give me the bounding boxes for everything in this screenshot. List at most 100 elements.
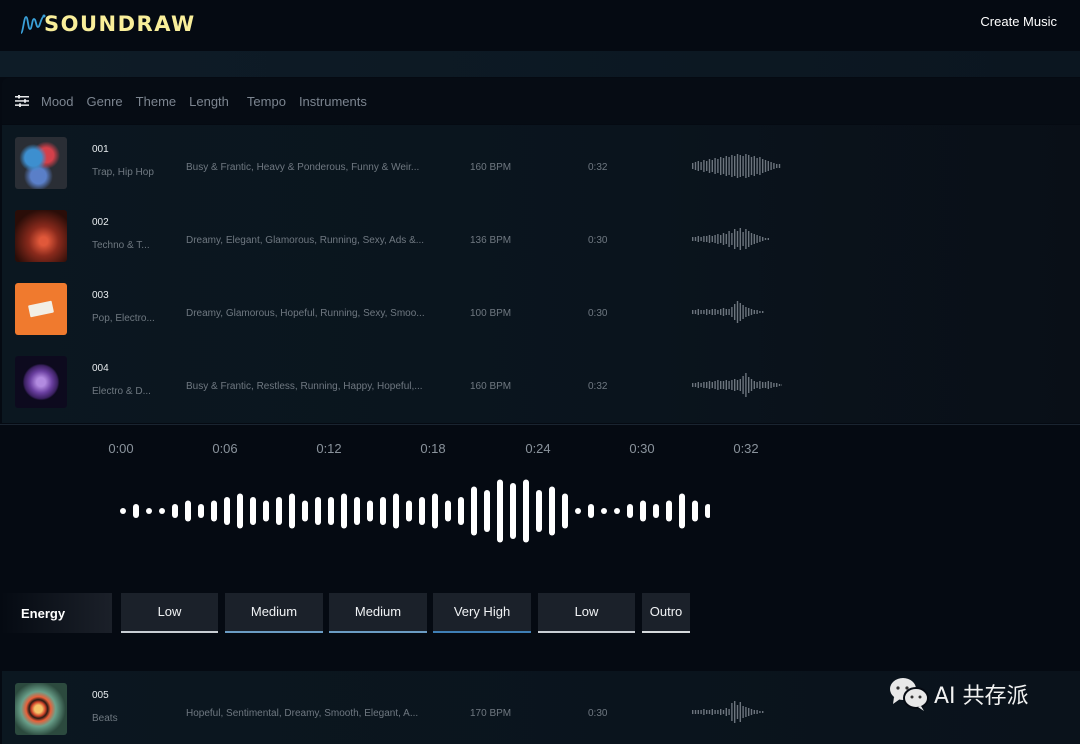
track-row[interactable]: 004 Electro & D... Busy & Frantic, Restl…	[2, 344, 1080, 417]
filter-instruments[interactable]: Instruments	[299, 94, 367, 109]
track-row[interactable]: 001 Trap, Hip Hop Busy & Frantic, Heavy …	[2, 125, 1080, 198]
mini-wave-bar	[703, 709, 705, 715]
mini-wave-bar	[694, 383, 697, 387]
waveform-bar	[172, 504, 178, 518]
mini-waveform[interactable]	[692, 699, 782, 725]
mini-waveform[interactable]	[692, 153, 782, 179]
mini-wave-bar	[722, 158, 725, 174]
energy-segment-low[interactable]: Low	[538, 593, 635, 633]
mini-wave-bar	[725, 309, 727, 315]
track-duration: 0:32	[588, 381, 608, 392]
soundraw-logo[interactable]: SOUNDRAW	[18, 10, 196, 38]
time-tick: 0:30	[629, 441, 655, 456]
filter-mood[interactable]: Mood	[41, 94, 74, 109]
mini-waveform[interactable]	[692, 372, 782, 398]
mini-wave-bar	[697, 710, 699, 714]
mini-wave-bar	[697, 161, 699, 171]
track-moods: Hopeful, Sentimental, Dreamy, Smooth, El…	[186, 708, 419, 719]
mini-wave-bar	[756, 158, 758, 174]
track-bpm: 136 BPM	[470, 235, 512, 246]
create-music-link[interactable]: Create Music	[980, 14, 1057, 29]
waveform-bar	[276, 497, 282, 525]
mini-wave-bar	[694, 237, 697, 241]
mini-wave-bar	[722, 233, 725, 245]
mini-wave-bar	[711, 309, 713, 315]
mini-wave-bar	[728, 309, 730, 315]
mini-wave-bar	[697, 236, 699, 242]
mini-wave-bar	[734, 701, 736, 723]
mini-waveform[interactable]	[692, 299, 782, 325]
energy-segment-very-high[interactable]: Very High	[433, 593, 531, 633]
mini-wave-bar	[759, 711, 761, 713]
mini-wave-bar	[762, 311, 764, 313]
mini-wave-bar	[720, 157, 722, 175]
energy-segment-medium[interactable]: Medium	[225, 593, 323, 633]
waveform-bar	[237, 493, 243, 529]
mini-wave-bar	[750, 709, 753, 715]
mini-wave-bar	[708, 159, 711, 173]
filter-theme[interactable]: Theme	[136, 94, 176, 109]
energy-segment-low[interactable]: Low	[121, 593, 218, 633]
waveform-bar	[614, 508, 620, 514]
album-art-discoball[interactable]	[15, 356, 67, 408]
mini-wave-bar	[764, 238, 767, 240]
mini-wave-bar	[731, 703, 733, 721]
filter-genre[interactable]: Genre	[87, 94, 123, 109]
energy-segment-outro[interactable]: Outro	[642, 593, 690, 633]
waveform-bar	[406, 500, 412, 522]
mini-wave-bar	[706, 382, 708, 388]
waveform-bar	[393, 493, 399, 529]
mini-wave-bar	[739, 155, 741, 177]
waveform-bar	[146, 508, 152, 514]
mini-wave-bar	[722, 381, 725, 389]
waveform-bar	[185, 500, 191, 522]
mini-wave-bar	[711, 382, 713, 388]
mini-wave-bar	[700, 710, 702, 714]
mini-wave-bar	[697, 382, 699, 388]
album-art-smoke[interactable]	[15, 137, 67, 189]
track-row[interactable]: 002 Techno & T... Dreamy, Elegant, Glamo…	[2, 198, 1080, 271]
mini-wave-bar	[725, 708, 727, 716]
filter-length[interactable]: Length	[189, 94, 229, 109]
mini-wave-bar	[767, 381, 769, 389]
expanded-player: 0:00 0:06 0:12 0:18 0:24 0:30 0:32 Energ…	[0, 424, 1080, 670]
mini-wave-bar	[739, 228, 741, 250]
track-moods: Busy & Frantic, Restless, Running, Happy…	[186, 381, 423, 392]
waveform-bar	[198, 504, 204, 518]
album-art-forest[interactable]	[15, 210, 67, 262]
mini-wave-bar	[739, 702, 741, 722]
header-band	[0, 51, 1080, 77]
energy-label: Energy	[0, 593, 112, 633]
mini-wave-bar	[767, 161, 769, 171]
sliders-icon[interactable]	[15, 95, 29, 107]
mini-wave-bar	[742, 305, 744, 319]
mini-wave-bar	[703, 236, 705, 242]
mini-wave-bar	[714, 710, 716, 714]
waveform-bar	[666, 500, 672, 522]
mini-wave-bar	[753, 381, 755, 389]
mini-waveform[interactable]	[692, 226, 782, 252]
mini-wave-bar	[725, 234, 727, 244]
mini-wave-bar	[725, 156, 727, 176]
mini-wave-bar	[736, 301, 739, 323]
mini-wave-bar	[717, 234, 719, 244]
mini-wave-bar	[714, 158, 716, 174]
mini-wave-bar	[711, 709, 713, 715]
track-row[interactable]: 003 Pop, Electro... Dreamy, Glamorous, H…	[2, 271, 1080, 344]
mini-wave-bar	[764, 160, 767, 172]
track-genre: Pop, Electro...	[92, 313, 155, 324]
mini-wave-bar	[770, 162, 772, 170]
wave-logo-icon	[20, 14, 46, 34]
mini-wave-bar	[762, 159, 764, 173]
album-art-cassette[interactable]	[15, 283, 67, 335]
filter-tempo[interactable]: Tempo	[247, 94, 286, 109]
track-number: 005	[92, 690, 109, 701]
mini-wave-bar	[778, 384, 781, 386]
mini-wave-bar	[753, 156, 755, 176]
mini-wave-bar	[728, 231, 730, 247]
main-waveform[interactable]	[110, 475, 710, 551]
energy-segment-medium[interactable]: Medium	[329, 593, 427, 633]
track-duration: 0:30	[588, 235, 608, 246]
top-bar: SOUNDRAW Create Music	[0, 0, 1080, 50]
album-art-swirl[interactable]	[15, 683, 67, 735]
